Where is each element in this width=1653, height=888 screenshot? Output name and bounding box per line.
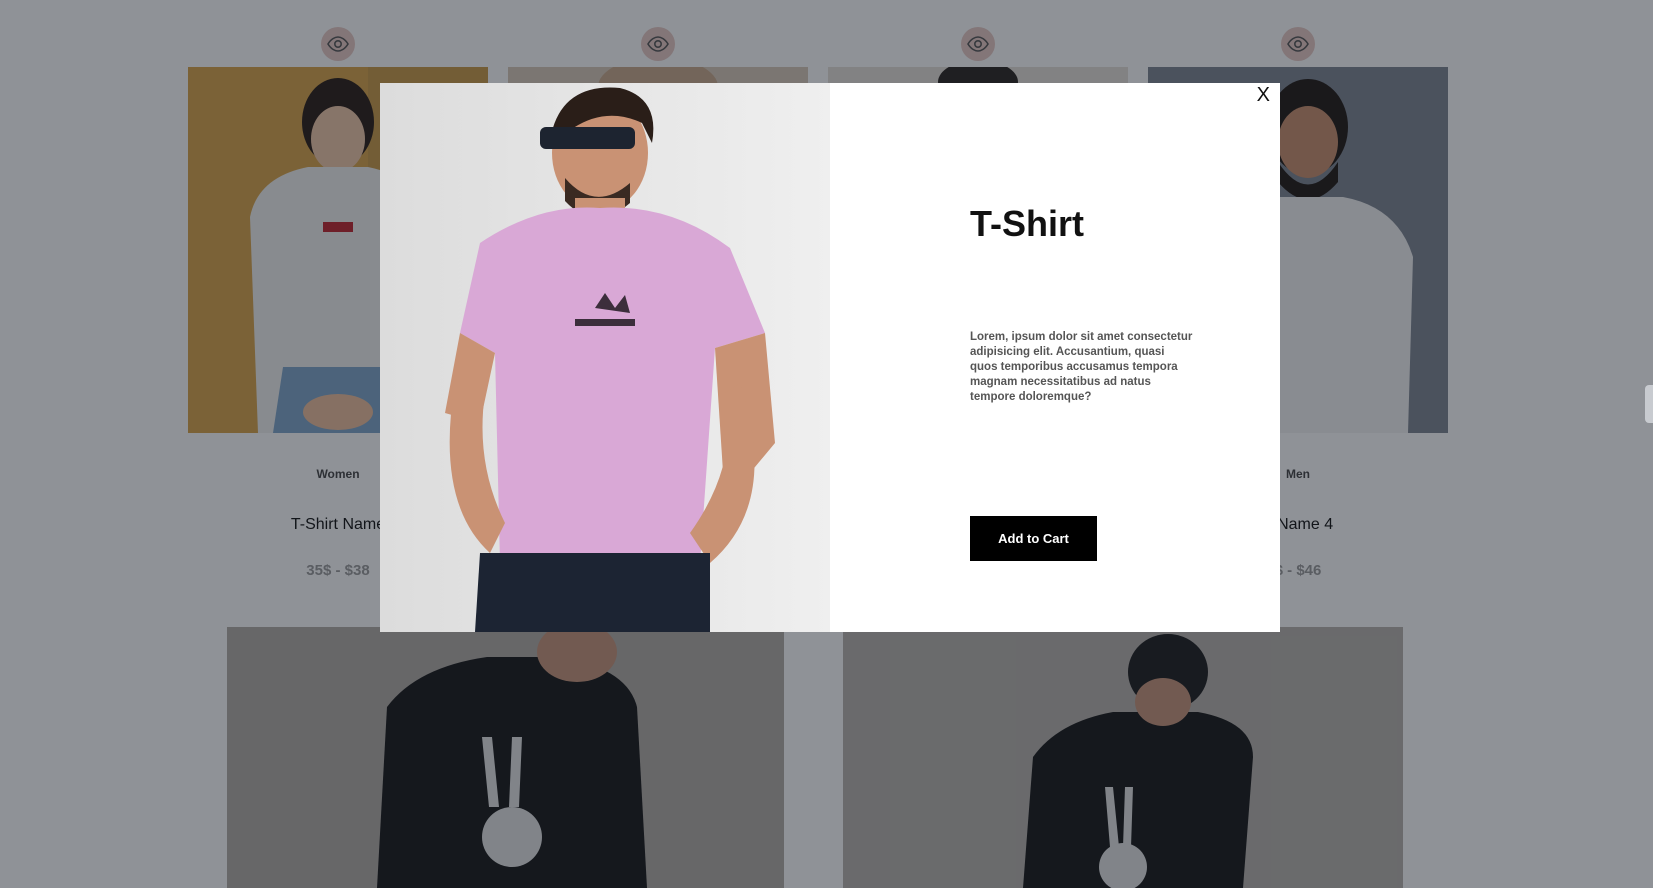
add-to-cart-button[interactable]: Add to Cart	[970, 516, 1097, 561]
modal-product-image	[380, 83, 830, 632]
side-scroll-tab[interactable]	[1645, 385, 1653, 423]
modal-description: Lorem, ipsum dolor sit amet consectetur …	[970, 331, 1193, 403]
modal-title: T-Shirt	[970, 203, 1084, 244]
quick-view-modal: X T-Shirt Lorem, ipsum dolor sit amet co…	[380, 83, 1280, 632]
close-button[interactable]: X	[1257, 84, 1270, 107]
